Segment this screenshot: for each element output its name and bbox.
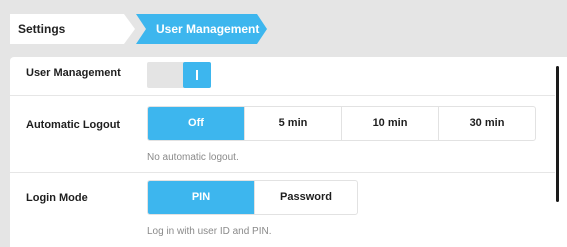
login-mode-segmented-control: PIN Password <box>147 180 358 215</box>
breadcrumb-item-settings[interactable]: Settings <box>18 14 65 44</box>
automatic-logout-segmented-control: Off 5 min 10 min 30 min <box>147 106 536 141</box>
breadcrumb-background <box>0 0 567 57</box>
settings-panel: User Management Automatic Logout Off 5 m… <box>10 57 567 247</box>
toggle-knob <box>183 62 211 88</box>
user-management-row: User Management <box>10 57 555 93</box>
login-mode-option-pin[interactable]: PIN <box>148 181 254 214</box>
login-mode-row: Login Mode PIN Password Log in with user… <box>10 173 555 247</box>
automatic-logout-row: Automatic Logout Off 5 min 10 min 30 min… <box>10 96 555 172</box>
breadcrumb: Settings User Management <box>0 0 567 57</box>
breadcrumb-item-user-management[interactable]: User Management <box>156 14 259 44</box>
user-management-toggle[interactable] <box>147 62 211 88</box>
logout-option-10-min[interactable]: 10 min <box>341 107 438 140</box>
automatic-logout-description: No automatic logout. <box>147 152 239 163</box>
logout-option-off[interactable]: Off <box>148 107 244 140</box>
logout-option-30-min[interactable]: 30 min <box>438 107 535 140</box>
login-mode-label: Login Mode <box>26 192 88 204</box>
scrollbar[interactable] <box>556 66 559 202</box>
automatic-logout-label: Automatic Logout <box>26 119 121 131</box>
user-management-label: User Management <box>26 67 121 79</box>
logout-option-5-min[interactable]: 5 min <box>244 107 341 140</box>
login-mode-option-password[interactable]: Password <box>254 181 357 214</box>
login-mode-description: Log in with user ID and PIN. <box>147 226 272 237</box>
